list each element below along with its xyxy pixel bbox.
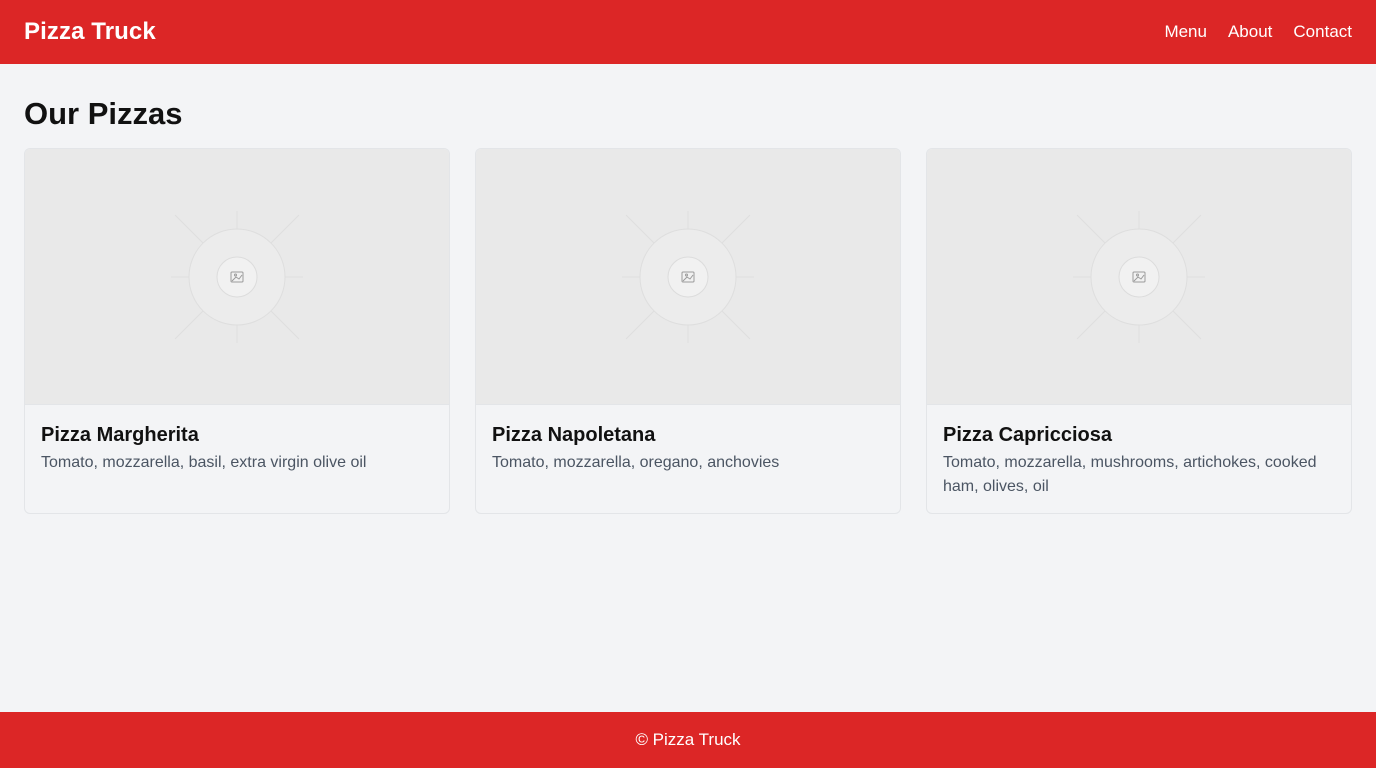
card-description: Tomato, mozzarella, mushrooms, artichoke…: [943, 454, 1317, 495]
card-body: Pizza Napoletana Tomato, mozzarella, ore…: [476, 405, 900, 475]
nav-link-contact[interactable]: Contact: [1293, 22, 1352, 42]
card-description: Tomato, mozzarella, oregano, anchovies: [492, 454, 780, 471]
pizza-grid: Pizza Margherita Tomato, mozzarella, bas…: [24, 148, 1352, 514]
pizza-image-placeholder: [476, 149, 900, 405]
pizza-card[interactable]: Pizza Margherita Tomato, mozzarella, bas…: [24, 148, 450, 514]
card-title: Pizza Margherita: [41, 424, 199, 446]
card-title: Pizza Capricciosa: [943, 424, 1112, 446]
card-description: Tomato, mozzarella, basil, extra virgin …: [41, 454, 367, 471]
card-title: Pizza Napoletana: [492, 424, 656, 446]
site-footer: © Pizza Truck: [0, 712, 1376, 768]
footer-copyright: © Pizza Truck: [635, 730, 741, 749]
main-nav: Menu About Contact: [1164, 22, 1352, 42]
pizza-image-placeholder: [927, 149, 1351, 405]
page-title: Our Pizzas: [24, 96, 183, 131]
site-header: Pizza Truck Menu About Contact: [0, 0, 1376, 64]
main-content: Our Pizzas Pizza Margherita Tomato, mozz…: [24, 64, 1352, 514]
pizza-card[interactable]: Pizza Napoletana Tomato, mozzarella, ore…: [475, 148, 901, 514]
page: Pizza Truck Menu About Contact Our Pizza…: [0, 0, 1376, 768]
image-placeholder-icon: [1073, 210, 1205, 343]
card-body: Pizza Capricciosa Tomato, mozzarella, mu…: [927, 405, 1351, 499]
image-placeholder-icon: [171, 210, 303, 343]
card-body: Pizza Margherita Tomato, mozzarella, bas…: [25, 405, 449, 475]
image-placeholder-icon: [622, 210, 754, 343]
nav-link-about[interactable]: About: [1228, 22, 1272, 42]
pizza-image-placeholder: [25, 149, 449, 405]
nav-link-menu[interactable]: Menu: [1164, 22, 1207, 42]
brand-logo-text[interactable]: Pizza Truck: [24, 18, 156, 46]
pizza-card[interactable]: Pizza Capricciosa Tomato, mozzarella, mu…: [926, 148, 1352, 514]
